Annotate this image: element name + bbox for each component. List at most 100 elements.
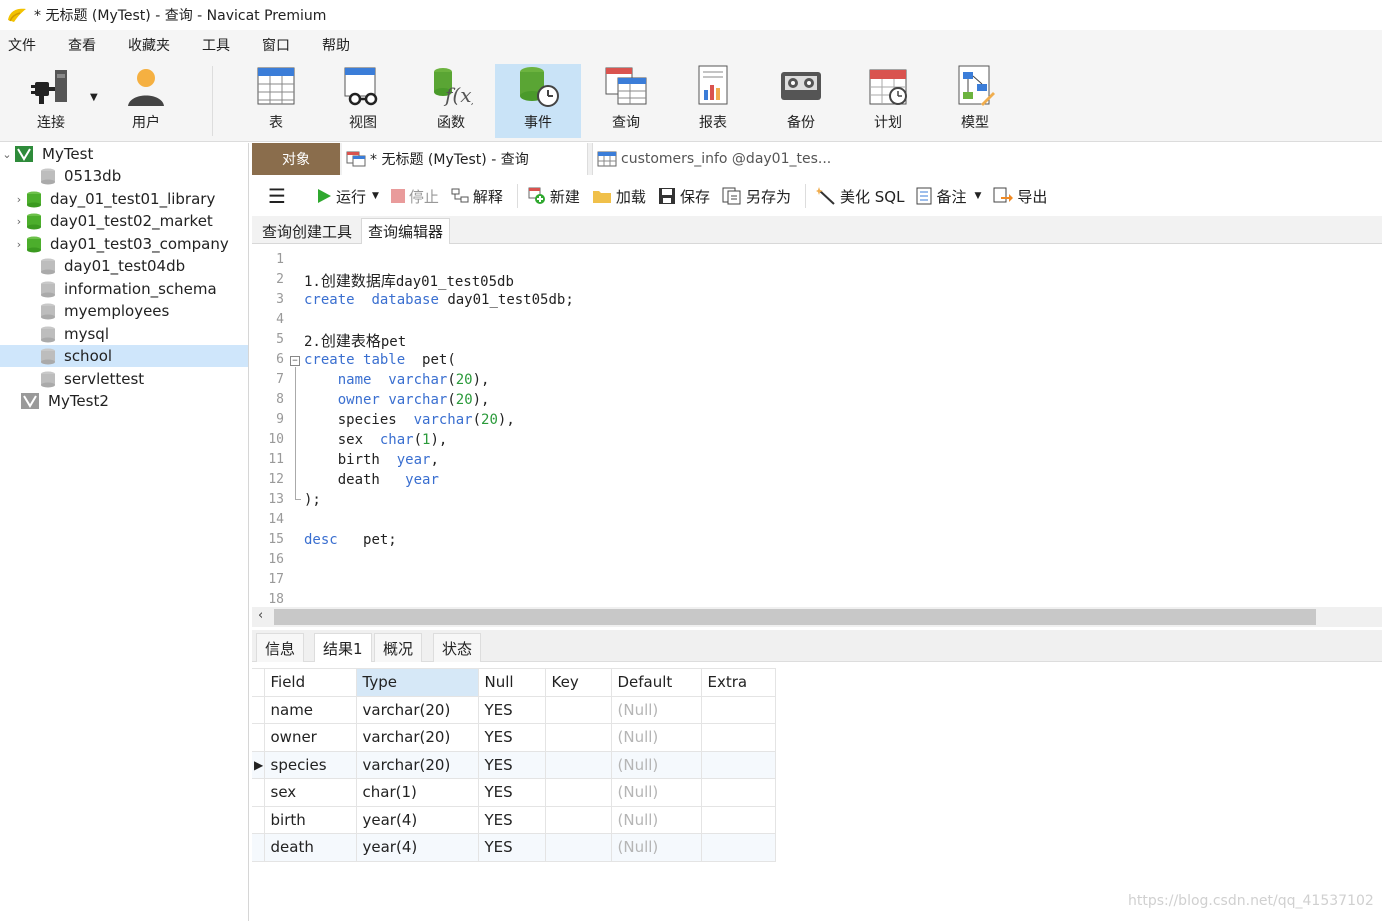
save-as-button[interactable]: 另存为 (722, 186, 791, 207)
tree-db-servlettest[interactable]: servlettest (0, 368, 248, 390)
table-cell[interactable] (544, 778, 612, 807)
tab-query[interactable]: * 无标题 (MyTest) - 查询 (342, 143, 588, 175)
table-cell[interactable] (700, 695, 776, 724)
menu-favorites[interactable]: 收藏夹 (120, 35, 186, 55)
table-cell[interactable] (700, 750, 776, 779)
menu-tools[interactable]: 工具 (194, 35, 246, 55)
table-cell[interactable]: varchar(20) (355, 695, 479, 724)
connect-button[interactable]: 连接 (8, 64, 94, 138)
table-cell[interactable]: YES (477, 778, 546, 807)
backup-button[interactable]: 备份 (758, 64, 844, 138)
tree-db-market[interactable]: › day01_test02_market (0, 210, 248, 232)
table-cell[interactable] (544, 750, 612, 779)
tab-query-builder[interactable]: 查询创建工具 (256, 218, 358, 244)
table-cell[interactable]: (Null) (610, 695, 702, 724)
tree-connection-mytest[interactable]: ⌄ MyTest (0, 143, 248, 165)
tab-overview[interactable]: 概况 (374, 633, 423, 662)
table-cell[interactable] (544, 695, 612, 724)
expand-icon[interactable]: › (12, 193, 26, 206)
editor-horizontal-scrollbar[interactable]: ‹ (252, 607, 1382, 627)
table-row[interactable]: birth year(4) YES (Null) (252, 805, 776, 834)
table-row[interactable]: ▶ species varchar(20) YES (Null) (252, 750, 776, 779)
table-cell[interactable] (544, 723, 612, 752)
table-cell[interactable]: year(4) (355, 805, 479, 834)
table-cell[interactable]: (Null) (610, 833, 702, 862)
menu-file[interactable]: 文件 (0, 35, 52, 55)
table-cell[interactable]: varchar(20) (355, 750, 479, 779)
tree-db-test04db[interactable]: day01_test04db (0, 255, 248, 277)
column-header[interactable]: Extra (700, 668, 776, 697)
table-cell[interactable] (700, 723, 776, 752)
table-cell[interactable]: YES (477, 750, 546, 779)
column-header[interactable]: Key (544, 668, 612, 697)
table-cell[interactable]: sex (263, 778, 357, 807)
menu-help[interactable]: 帮助 (314, 35, 366, 55)
connect-dropdown-icon[interactable]: ▼ (90, 92, 98, 103)
column-header[interactable]: Field (263, 668, 357, 697)
table-cell[interactable]: year(4) (355, 833, 479, 862)
column-header[interactable]: Null (477, 668, 546, 697)
tab-customers-info[interactable]: customers_info @day01_tes... (592, 143, 1382, 175)
table-row[interactable]: owner varchar(20) YES (Null) (252, 723, 776, 752)
beautify-sql-button[interactable]: 美化 SQL (815, 186, 904, 207)
save-button[interactable]: 保存 (658, 186, 710, 207)
table-cell[interactable]: name (263, 695, 357, 724)
explain-button[interactable]: 解释 (451, 186, 503, 207)
function-button[interactable]: f(x) 函数 (408, 64, 494, 138)
table-cell[interactable] (544, 805, 612, 834)
tab-objects[interactable]: 对象 (252, 143, 340, 175)
table-cell[interactable] (700, 833, 776, 862)
table-row[interactable]: name varchar(20) YES (Null) (252, 695, 776, 724)
tree-db-myemployees[interactable]: myemployees (0, 300, 248, 322)
table-cell[interactable]: YES (477, 695, 546, 724)
table-cell[interactable]: YES (477, 833, 546, 862)
comment-dropdown-icon[interactable]: ▼ (974, 191, 981, 201)
expand-icon[interactable]: › (12, 215, 26, 228)
tree-db-company[interactable]: › day01_test03_company (0, 233, 248, 255)
load-button[interactable]: 加载 (592, 186, 646, 207)
run-dropdown-icon[interactable]: ▼ (372, 191, 379, 201)
tab-query-editor[interactable]: 查询编辑器 (361, 218, 451, 244)
table-cell[interactable]: YES (477, 805, 546, 834)
table-cell[interactable]: varchar(20) (355, 723, 479, 752)
schedule-button[interactable]: 计划 (845, 64, 931, 138)
column-header[interactable]: Type (355, 668, 479, 697)
comment-button[interactable]: 备注 ▼ (916, 186, 981, 207)
collapse-icon[interactable]: ⌄ (0, 148, 14, 161)
tree-db-information-schema[interactable]: information_schema (0, 278, 248, 300)
menu-view[interactable]: 查看 (60, 35, 112, 55)
column-header[interactable]: Default (610, 668, 702, 697)
menu-window[interactable]: 窗口 (254, 35, 306, 55)
model-button[interactable]: 模型 (932, 64, 1018, 138)
run-button[interactable]: 运行 ▼ (316, 186, 379, 207)
tree-db-mysql[interactable]: mysql (0, 323, 248, 345)
table-cell[interactable]: YES (477, 723, 546, 752)
menu-icon[interactable]: ☰ (268, 184, 286, 208)
stop-button[interactable]: 停止 (390, 186, 439, 207)
report-button[interactable]: 报表 (670, 64, 756, 138)
query-button[interactable]: 查询 (583, 64, 669, 138)
tree-db-0513db[interactable]: 0513db (0, 165, 248, 187)
table-cell[interactable]: owner (263, 723, 357, 752)
scrollbar-thumb[interactable] (274, 609, 1316, 625)
new-query-button[interactable]: 新建 (528, 186, 580, 207)
table-row[interactable]: sex char(1) YES (Null) (252, 778, 776, 807)
table-cell[interactable] (700, 805, 776, 834)
expand-icon[interactable]: › (12, 238, 26, 251)
table-cell[interactable]: char(1) (355, 778, 479, 807)
tab-info[interactable]: 信息 (256, 633, 305, 662)
tab-result-1[interactable]: 结果1 (314, 633, 372, 662)
table-cell[interactable]: (Null) (610, 805, 702, 834)
event-button[interactable]: 事件 (495, 64, 581, 138)
table-cell[interactable] (544, 833, 612, 862)
table-cell[interactable]: (Null) (610, 723, 702, 752)
table-cell[interactable]: (Null) (610, 750, 702, 779)
table-row[interactable]: death year(4) YES (Null) (252, 833, 776, 862)
tab-status[interactable]: 状态 (433, 633, 482, 662)
tree-db-school[interactable]: school (0, 345, 248, 367)
export-button[interactable]: 导出 (993, 186, 1047, 207)
table-cell[interactable]: (Null) (610, 778, 702, 807)
table-cell[interactable]: birth (263, 805, 357, 834)
tree-db-library[interactable]: › day_01_test01_library (0, 188, 248, 210)
fold-toggle-icon[interactable]: − (290, 356, 300, 366)
